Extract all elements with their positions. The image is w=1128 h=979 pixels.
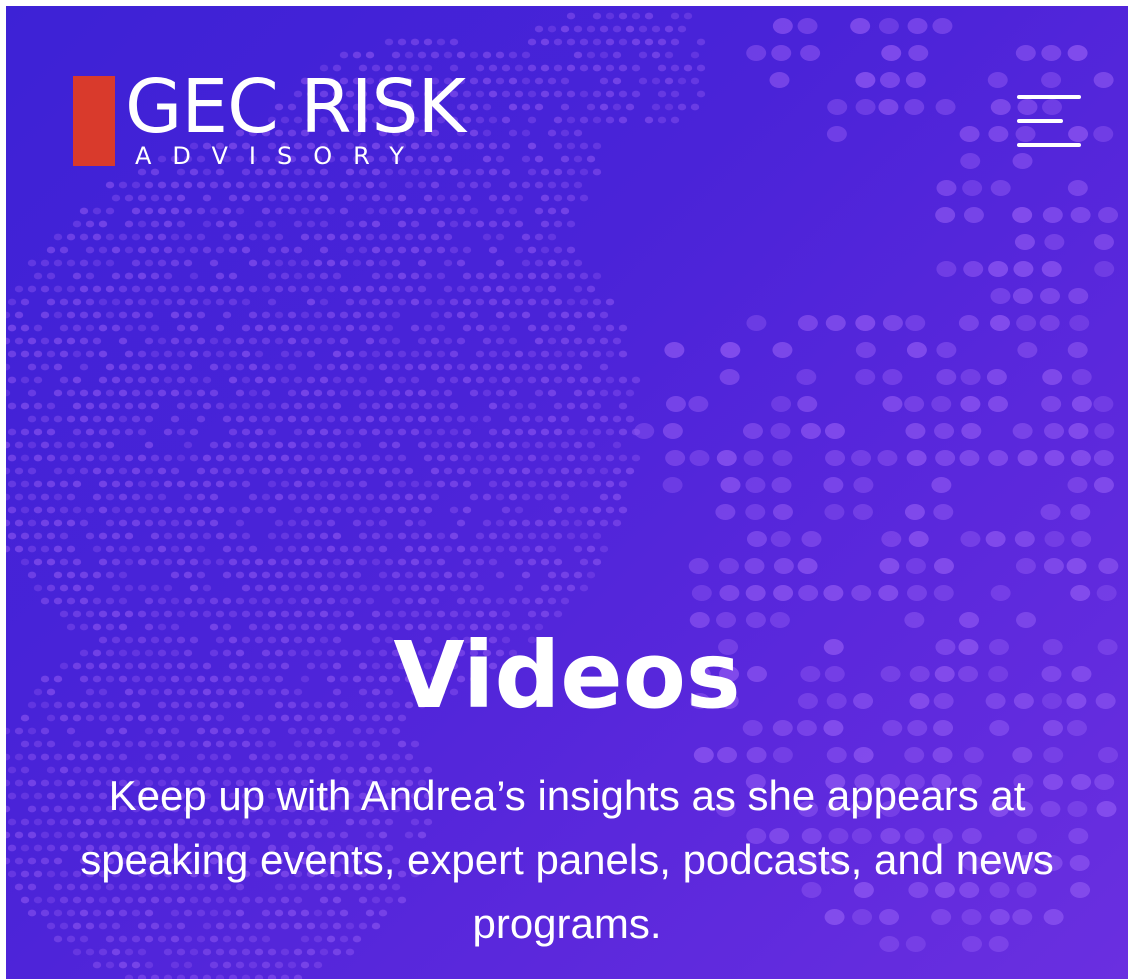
hero-description: Keep up with Andrea’s insights as she ap… [80, 772, 1054, 947]
menu-button[interactable] [1009, 86, 1081, 150]
page-title: Videos [393, 622, 741, 729]
hero-section: Videos Keep up with Andrea’s insights as… [6, 616, 1128, 956]
logo-tagline: ADVISORY [135, 142, 425, 170]
logo-red-bar [73, 76, 115, 166]
logo-link[interactable]: GEC RISK ADVISORY [73, 64, 503, 174]
logo-wordmark: GEC RISK [125, 64, 466, 150]
page: GEC RISK ADVISORY Videos Keep up with An… [6, 6, 1128, 979]
site-header: GEC RISK ADVISORY [6, 6, 1128, 206]
